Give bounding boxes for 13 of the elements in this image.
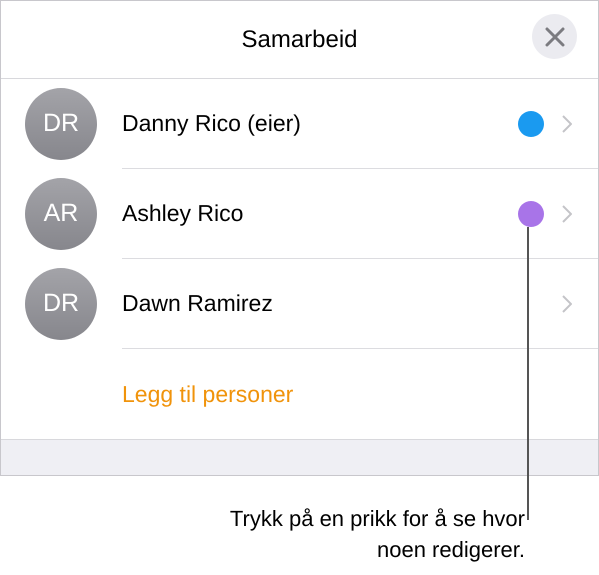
person-name[interactable]: Ashley Rico <box>122 196 518 231</box>
chevron-icon[interactable] <box>562 294 572 312</box>
person-name[interactable]: Danny Rico (eier) <box>122 106 518 141</box>
chevron-icon[interactable] <box>562 204 572 222</box>
avatar: AR <box>25 178 97 250</box>
close-icon <box>544 26 564 46</box>
avatar: DR <box>25 268 97 340</box>
person-name[interactable]: Dawn Ramirez <box>122 286 562 321</box>
close-button[interactable] <box>532 14 577 59</box>
window-title: Samarbeid <box>241 24 358 54</box>
callout-text: Trykk på en prikk for å se hvor noen redigerer. <box>228 505 525 564</box>
chevron-icon[interactable] <box>562 114 572 132</box>
avatar: DR <box>25 88 97 160</box>
